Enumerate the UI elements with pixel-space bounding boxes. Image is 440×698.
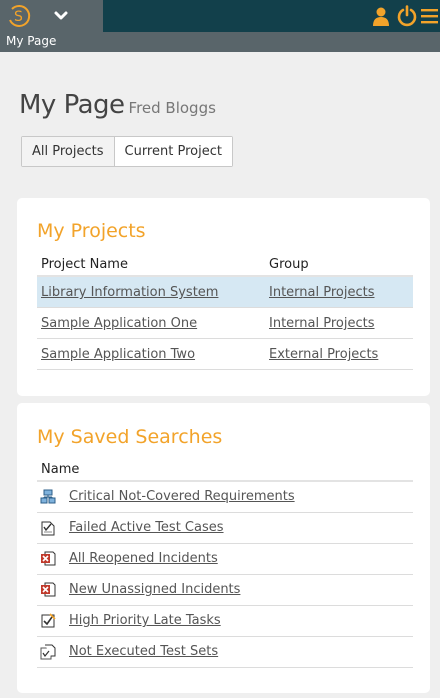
project-filter-toggle: All Projects Current Project — [21, 136, 233, 167]
column-header-project-name: Project Name — [41, 257, 128, 272]
spira-logo-icon[interactable]: S — [6, 3, 32, 29]
incident-icon — [41, 582, 56, 597]
current-project-button[interactable]: Current Project — [113, 137, 232, 166]
power-icon[interactable] — [397, 5, 417, 27]
incident-icon — [41, 551, 56, 566]
user-name: Fred Bloggs — [128, 99, 216, 117]
saved-search-link[interactable]: New Unassigned Incidents — [69, 582, 240, 597]
list-item[interactable]: Critical Not-Covered Requirements — [37, 482, 413, 513]
all-projects-button[interactable]: All Projects — [22, 137, 114, 166]
table-row[interactable]: Sample Application One Internal Projects — [37, 308, 413, 339]
saved-search-link[interactable]: All Reopened Incidents — [69, 551, 218, 566]
saved-search-link[interactable]: Failed Active Test Cases — [69, 520, 224, 535]
column-header-group: Group — [269, 257, 309, 272]
test-case-icon — [41, 521, 55, 536]
my-projects-panel: My Projects Project Name Group Library I… — [17, 198, 430, 396]
saved-search-link[interactable]: Not Executed Test Sets — [69, 644, 218, 659]
group-link[interactable]: External Projects — [269, 347, 378, 362]
top-navigation-bar: S My Page — [0, 0, 440, 52]
breadcrumb[interactable]: My Page — [6, 34, 56, 48]
project-link[interactable]: Sample Application Two — [41, 347, 195, 362]
group-link[interactable]: Internal Projects — [269, 285, 375, 300]
list-item[interactable]: Failed Active Test Cases — [37, 513, 413, 544]
projects-table: Project Name Group Library Information S… — [37, 253, 413, 370]
user-icon[interactable] — [371, 6, 391, 26]
table-row[interactable]: Sample Application Two External Projects — [37, 339, 413, 370]
test-set-icon — [40, 644, 56, 660]
page-title-text: My Page — [19, 90, 125, 120]
svg-text:S: S — [14, 9, 23, 25]
table-row[interactable]: Library Information System Internal Proj… — [37, 277, 413, 308]
saved-search-link[interactable]: Critical Not-Covered Requirements — [69, 489, 295, 504]
table-header: Project Name Group — [37, 253, 413, 277]
chevron-down-icon[interactable] — [53, 9, 69, 23]
project-link[interactable]: Sample Application One — [41, 316, 197, 331]
list-item[interactable]: New Unassigned Incidents — [37, 575, 413, 606]
my-projects-title: My Projects — [37, 220, 146, 242]
menu-icon[interactable] — [421, 8, 438, 24]
list-item[interactable]: All Reopened Incidents — [37, 544, 413, 575]
requirement-icon — [40, 489, 56, 504]
page-title: My Page Fred Bloggs — [19, 90, 216, 120]
my-saved-searches-title: My Saved Searches — [37, 426, 223, 448]
task-icon — [41, 613, 56, 628]
my-saved-searches-panel: My Saved Searches Name Critical Not-Cove… — [17, 403, 430, 693]
list-item[interactable]: Not Executed Test Sets — [37, 637, 413, 668]
list-item[interactable]: High Priority Late Tasks — [37, 606, 413, 637]
saved-searches-table: Name Critical Not-Covered Requirements F… — [37, 458, 413, 668]
group-link[interactable]: Internal Projects — [269, 316, 375, 331]
saved-search-link[interactable]: High Priority Late Tasks — [69, 613, 221, 628]
project-link[interactable]: Library Information System — [41, 285, 218, 300]
column-header-name: Name — [41, 462, 80, 477]
table-header: Name — [37, 458, 413, 482]
breadcrumb-bar — [0, 32, 440, 52]
